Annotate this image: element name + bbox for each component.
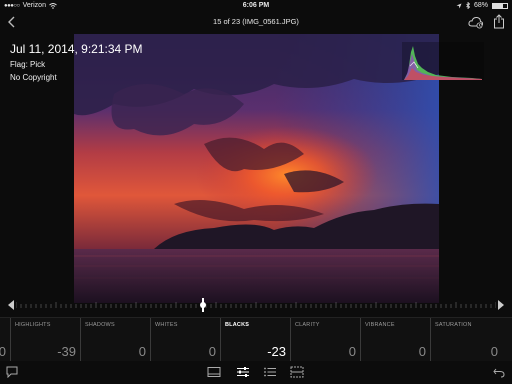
- slider-knob[interactable]: [200, 302, 206, 308]
- crop-icon[interactable]: [207, 366, 221, 378]
- histogram[interactable]: [402, 42, 484, 80]
- comment-icon[interactable]: [6, 366, 20, 378]
- adjustment-label: CLARITY: [295, 322, 320, 328]
- adjustment-clarity[interactable]: CLARITY 0: [290, 318, 360, 362]
- compare-icon[interactable]: [290, 366, 304, 378]
- bottom-toolbar: [0, 361, 512, 384]
- bluetooth-icon: [466, 2, 470, 9]
- adjustment-label: BLACKS: [225, 322, 250, 328]
- status-right: 68%: [456, 2, 508, 9]
- undo-icon[interactable]: [492, 366, 506, 378]
- adjustment-whites[interactable]: WHITES 0: [150, 318, 220, 362]
- share-icon[interactable]: [493, 14, 505, 29]
- status-bar: ●●●○○ Verizon 6:06 PM 68%: [0, 0, 512, 12]
- slider-left-arrow-icon[interactable]: [7, 299, 15, 311]
- location-icon: [456, 3, 462, 8]
- adjustment-vibrance[interactable]: VIBRANCE 0: [360, 318, 430, 362]
- sliders-icon[interactable]: [236, 366, 250, 378]
- adjustment-label: SHADOWS: [85, 322, 115, 328]
- adjustment-saturation[interactable]: SATURATION 0: [430, 318, 502, 362]
- adjust-slider[interactable]: [0, 296, 512, 314]
- adjustment-value: -23: [267, 344, 286, 359]
- adjustment-value: 0: [348, 344, 356, 359]
- capture-date: Jul 11, 2014, 9:21:34 PM: [10, 42, 143, 56]
- adjustment-label: SATURATION: [435, 322, 472, 328]
- cloud-icon[interactable]: [468, 15, 484, 29]
- adjustment-value: 0: [138, 344, 146, 359]
- adjustment-value: -39: [57, 344, 76, 359]
- adjustment-highlights[interactable]: HIGHLIGHTS -39: [10, 318, 80, 362]
- battery-fill: [493, 3, 503, 8]
- battery-icon: [492, 2, 508, 9]
- adjustment-value: 0: [418, 344, 426, 359]
- adjustment-value: 0: [490, 344, 498, 359]
- adjustment-value: 0: [0, 344, 6, 359]
- slider-right-arrow-icon[interactable]: [497, 299, 505, 311]
- status-time: 6:06 PM: [242, 2, 270, 9]
- adjustment-label: VIBRANCE: [365, 322, 395, 328]
- adjustment-previous[interactable]: 0: [0, 318, 10, 362]
- presets-icon[interactable]: [263, 366, 277, 378]
- adjustment-value: 0: [208, 344, 216, 359]
- adjustment-strip: 0 HIGHLIGHTS -39 SHADOWS 0 WHITES 0 BLAC…: [0, 317, 512, 362]
- adjustment-label: HIGHLIGHTS: [15, 322, 51, 328]
- adjustment-label: WHITES: [155, 322, 178, 328]
- adjustment-shadows[interactable]: SHADOWS 0: [80, 318, 150, 362]
- battery-percent: 68%: [473, 2, 488, 9]
- nav-title: 15 of 23 (IMG_0561.JPG): [213, 17, 299, 26]
- top-nav: 15 of 23 (IMG_0561.JPG): [0, 12, 512, 32]
- copyright-status: No Copyright: [10, 73, 57, 82]
- adjustment-blacks[interactable]: BLACKS -23: [220, 318, 290, 362]
- photo-info: Jul 11, 2014, 9:21:34 PM Flag: Pick No C…: [10, 42, 143, 82]
- flag-status: Flag: Pick: [10, 60, 46, 69]
- slider-ticks: [16, 302, 496, 308]
